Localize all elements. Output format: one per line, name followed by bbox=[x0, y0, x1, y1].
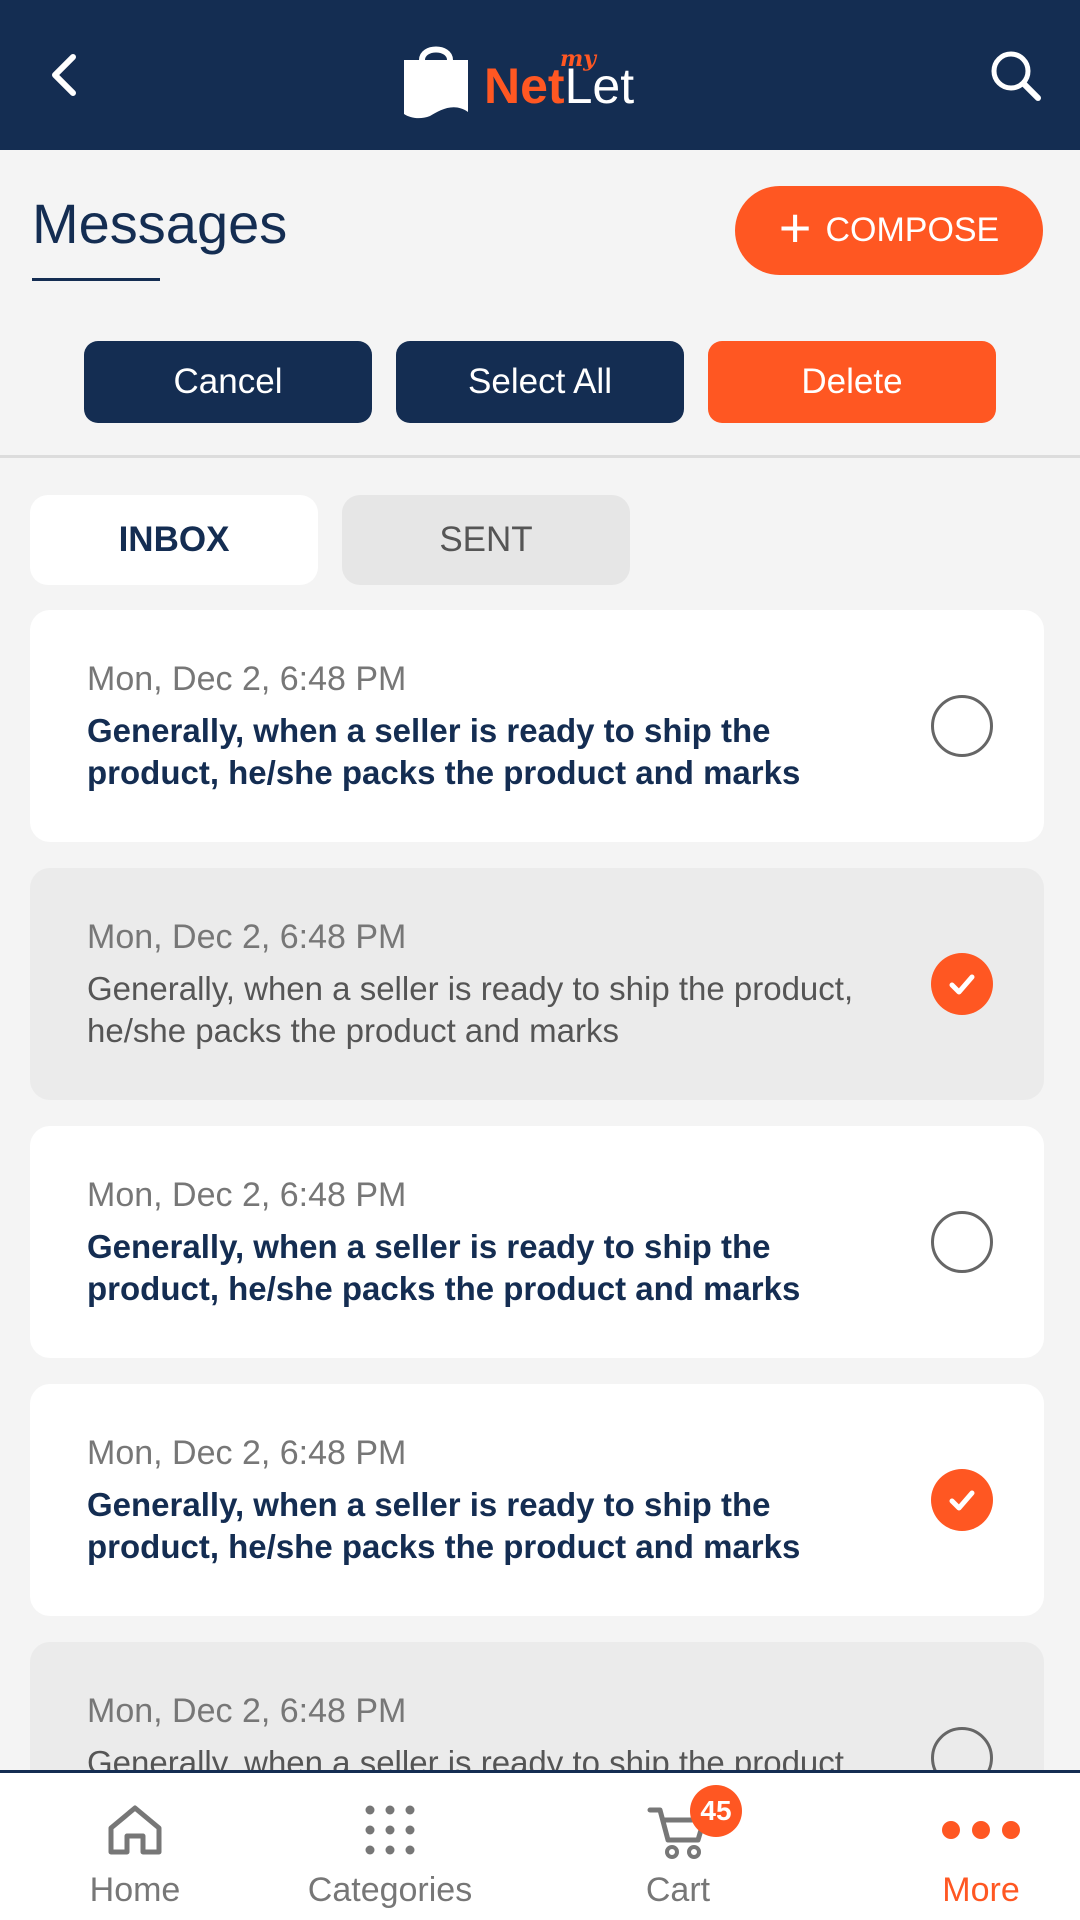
message-date: Mon, Dec 2, 6:48 PM bbox=[87, 1692, 407, 1730]
plus-icon: + bbox=[778, 195, 812, 259]
message-preview: Generally, when a seller is ready to shi… bbox=[87, 712, 801, 791]
select-all-button[interactable]: Select All bbox=[396, 341, 684, 423]
logo-wordmark: my NetLet bbox=[480, 34, 690, 120]
message-preview: Generally, when a seller is ready to shi… bbox=[87, 1744, 854, 1770]
chevron-left-icon bbox=[52, 54, 76, 96]
bottom-nav: Home Categories 45 Cart More bbox=[0, 1770, 1080, 1920]
select-checkbox[interactable] bbox=[931, 695, 993, 757]
divider bbox=[0, 455, 1080, 458]
checkmark-icon bbox=[949, 1490, 975, 1511]
back-button[interactable] bbox=[30, 40, 100, 110]
shopping-bag-icon bbox=[404, 46, 468, 119]
message-item[interactable]: Mon, Dec 2, 6:48 PM Generally, when a se… bbox=[30, 1384, 1044, 1616]
more-dots-icon bbox=[936, 1795, 1026, 1865]
tab-inbox[interactable]: INBOX bbox=[30, 495, 318, 585]
select-checkbox[interactable] bbox=[931, 1211, 993, 1273]
message-preview: Generally, when a seller is ready to shi… bbox=[87, 1486, 801, 1565]
grid-icon bbox=[345, 1795, 435, 1865]
logo-net-text: Net bbox=[484, 58, 565, 114]
compose-button[interactable]: + COMPOSE bbox=[735, 186, 1043, 275]
message-item[interactable]: Mon, Dec 2, 6:48 PM Generally, when a se… bbox=[30, 1642, 1044, 1770]
message-item[interactable]: Mon, Dec 2, 6:48 PM Generally, when a se… bbox=[30, 1126, 1044, 1358]
message-preview: Generally, when a seller is ready to shi… bbox=[87, 1228, 801, 1307]
logo-let-text: Let bbox=[564, 58, 635, 114]
nav-item-categories[interactable]: Categories bbox=[255, 1773, 525, 1920]
message-list[interactable]: Mon, Dec 2, 6:48 PM Generally, when a se… bbox=[30, 610, 1044, 1770]
nav-item-home[interactable]: Home bbox=[0, 1773, 270, 1920]
compose-label: COMPOSE bbox=[825, 211, 1000, 249]
page-title: Messages bbox=[32, 192, 288, 255]
nav-label-cart: Cart bbox=[645, 1871, 711, 1909]
select-checkbox[interactable] bbox=[931, 1727, 993, 1770]
nav-label-home: Home bbox=[89, 1871, 181, 1909]
nav-item-more[interactable]: More bbox=[846, 1773, 1080, 1920]
app-header: my NetLet bbox=[0, 0, 1080, 150]
nav-label-more: More bbox=[942, 1871, 1020, 1909]
message-item[interactable]: Mon, Dec 2, 6:48 PM Generally, when a se… bbox=[30, 610, 1044, 842]
tab-sent[interactable]: SENT bbox=[342, 495, 630, 585]
search-icon bbox=[991, 51, 1041, 101]
checkmark-icon bbox=[949, 974, 975, 995]
message-preview: Generally, when a seller is ready to shi… bbox=[87, 970, 854, 1049]
app-logo[interactable]: my NetLet bbox=[400, 34, 690, 120]
message-date: Mon, Dec 2, 6:48 PM bbox=[87, 918, 407, 956]
delete-button[interactable]: Delete bbox=[708, 341, 996, 423]
message-item[interactable]: Mon, Dec 2, 6:48 PM Generally, when a se… bbox=[30, 868, 1044, 1100]
message-date: Mon, Dec 2, 6:48 PM bbox=[87, 1176, 407, 1214]
message-date: Mon, Dec 2, 6:48 PM bbox=[87, 660, 407, 698]
search-button[interactable] bbox=[980, 40, 1052, 112]
home-icon bbox=[90, 1795, 180, 1865]
nav-item-cart[interactable]: 45 Cart bbox=[543, 1773, 813, 1920]
title-underline bbox=[32, 278, 160, 281]
select-checkbox[interactable] bbox=[931, 953, 993, 1015]
select-checkbox[interactable] bbox=[931, 1469, 993, 1531]
cart-count-badge: 45 bbox=[690, 1785, 742, 1837]
message-date: Mon, Dec 2, 6:48 PM bbox=[87, 1434, 407, 1472]
nav-label-categories: Categories bbox=[307, 1871, 473, 1909]
cancel-button[interactable]: Cancel bbox=[84, 341, 372, 423]
